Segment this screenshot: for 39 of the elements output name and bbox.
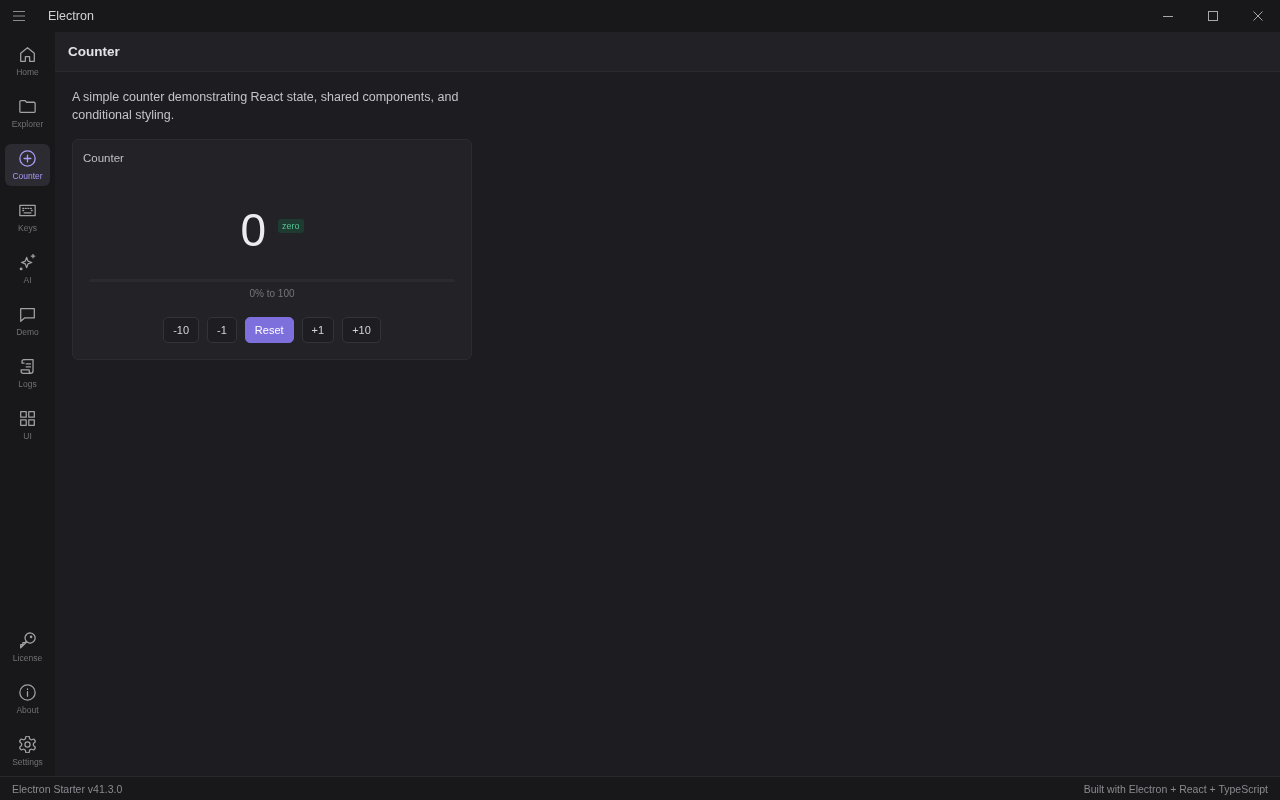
nav-item[interactable]: Keys [5,196,50,238]
nav-item[interactable]: Counter [5,144,50,186]
close-icon[interactable] [1252,11,1263,21]
menu-icon[interactable] [13,11,25,21]
scroll-icon [19,357,36,375]
home-icon [19,45,36,63]
info-icon [19,683,36,701]
reset-button[interactable]: Reset [244,317,294,343]
nav-item[interactable]: Home [5,40,50,82]
nav-item[interactable]: Logs [5,352,50,394]
built-with-text: Built with Electron + React + TypeScript [1083,782,1268,795]
nav-item[interactable]: Settings [5,730,50,772]
status-tag: zero [278,219,304,233]
window-title: Electron [48,9,94,23]
maximize-icon[interactable] [1207,11,1218,21]
counter-value: 0 [240,203,267,258]
range-label: 0% to 100 [249,287,295,301]
step-button[interactable]: -10 [163,317,200,343]
minimize-icon[interactable] [1162,15,1173,17]
nav-item[interactable]: AI [5,248,50,290]
step-button[interactable]: +1 [301,317,335,343]
nav-item[interactable]: Demo [5,300,50,342]
sparkle-icon [19,253,36,271]
step-button[interactable]: -1 [207,317,237,343]
nav-item[interactable]: UI [5,404,50,446]
card-title: Counter [83,151,125,166]
plus-circle-icon [19,149,36,167]
nav-item[interactable]: License [5,626,50,668]
nav-item[interactable]: About [5,678,50,720]
step-button[interactable]: +10 [342,317,381,343]
folder-icon [19,97,36,115]
settings-icon [19,735,36,753]
grid-icon [19,409,36,427]
page-header: Counter [55,32,1280,72]
page-description: A simple counter demonstrating React state, shared components, and conditional styling. [72,89,460,124]
version-text: Electron Starter v41.3.0 [12,782,123,795]
nav-item[interactable]: Explorer [5,92,50,134]
key-icon [19,631,36,649]
chat-bubble-icon [19,305,36,323]
